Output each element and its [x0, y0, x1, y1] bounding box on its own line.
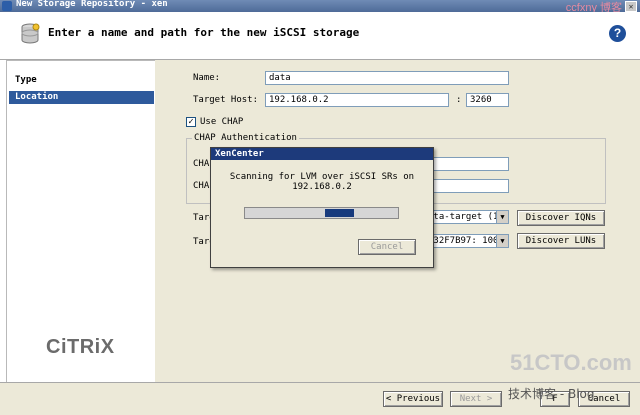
port-field[interactable]: 3260 — [466, 93, 509, 107]
window-title-bar[interactable]: New Storage Repository - xen ✕ — [0, 0, 640, 12]
help-icon[interactable]: ? — [609, 25, 626, 42]
chap-group-label: CHAP Authentication — [192, 133, 299, 143]
discover-luns-button[interactable]: Discover LUNs — [517, 233, 605, 249]
scanning-dialog: XenCenter Scanning for LVM over iSCSI SR… — [210, 147, 434, 268]
chevron-down-icon: ▼ — [496, 235, 508, 247]
close-icon[interactable]: ✕ — [625, 1, 637, 12]
app-icon — [2, 1, 12, 11]
dialog-title: XenCenter — [211, 148, 433, 160]
name-field[interactable]: data — [265, 71, 509, 85]
page-heading: Enter a name and path for the new iSCSI … — [48, 26, 360, 39]
dialog-message-line1: Scanning for LVM over iSCSI SRs on — [229, 172, 415, 182]
chap-user-field[interactable] — [430, 157, 509, 171]
window-title: New Storage Repository - xen — [16, 0, 168, 9]
discover-iqns-button[interactable]: Discover IQNs — [517, 210, 605, 226]
wizard-header: Enter a name and path for the new iSCSI … — [0, 12, 640, 60]
nav-item-type[interactable]: Type — [9, 74, 154, 87]
target-iqn-select[interactable]: ata-target (19 ▼ — [425, 210, 509, 224]
previous-button[interactable]: < Previous — [383, 391, 443, 407]
port-separator: : — [456, 95, 462, 105]
target-lun-value: 632F7B97: 100 — [428, 236, 499, 246]
chap-secret-field[interactable] — [430, 179, 509, 193]
watermark-blog: 技术博客 - Blog — [508, 387, 595, 401]
chevron-down-icon: ▼ — [496, 211, 508, 223]
target-host-label: Target Host: — [193, 95, 259, 105]
target-lun-select[interactable]: 632F7B97: 100 ▼ — [425, 234, 509, 248]
use-chap-checkbox[interactable]: ✓ — [186, 117, 196, 127]
target-host-field[interactable]: 192.168.0.2 — [265, 93, 449, 107]
dialog-message-line2: 192.168.0.2 — [292, 182, 352, 192]
storage-icon — [21, 23, 40, 44]
next-button[interactable]: Next > — [450, 391, 502, 407]
target-iqn-value: ata-target (19 — [428, 212, 504, 222]
dialog-message: Scanning for LVM over iSCSI SRs on 192.1… — [211, 172, 433, 192]
dialog-cancel-button[interactable]: Cancel — [358, 239, 416, 255]
citrix-logo: CiTRiX — [46, 336, 115, 358]
use-chap-label: Use CHAP — [200, 117, 244, 127]
name-label: Name: — [193, 73, 221, 83]
progress-bar — [244, 207, 399, 219]
watermark-site: 51CTO.com — [510, 350, 632, 375]
progress-fill — [324, 209, 354, 217]
nav-item-location[interactable]: Location — [9, 91, 154, 104]
